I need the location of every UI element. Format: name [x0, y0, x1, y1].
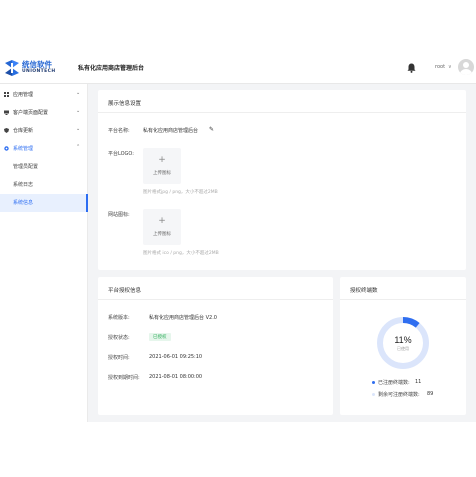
divider: [340, 299, 466, 300]
sidebar-item-label: 应用管理: [13, 92, 34, 98]
app-title: 私有化应用商店管理后台: [78, 65, 145, 72]
chevron-down-icon: ⌄: [76, 126, 81, 132]
display-settings-card: 展示信息设置 平台名称: 私有化应用商店管理后台 ✎ 平台LOGO: + 上传图…: [98, 90, 466, 270]
ring-percent: 11%: [394, 335, 411, 345]
terminal-usage-ring: 11% 已使用: [377, 317, 429, 369]
user-name[interactable]: root: [435, 64, 445, 70]
legend-dot-registered: [372, 381, 375, 384]
chevron-down-icon[interactable]: ∨: [448, 64, 452, 70]
registered-label: 已注册终端数:: [378, 380, 410, 386]
sidebar-item-label: 系统信息: [13, 200, 34, 206]
sidebar-item-label: 管理员配置: [13, 164, 39, 170]
app-window: 统信软件 UNIONTECH 私有化应用商店管理后台 root ∨ 应用管理 ⌄…: [0, 52, 476, 422]
chevron-up-icon: ⌃: [76, 144, 81, 150]
divider: [98, 112, 466, 113]
favicon-upload-button[interactable]: + 上传图标: [143, 209, 181, 245]
expire-time-value: 2021-08-01 08:00:00: [149, 374, 203, 380]
status-badge: 已授权: [149, 333, 171, 341]
sidebar-item-repo-update[interactable]: 仓库更新 ⌄: [0, 122, 88, 140]
sidebar-subitem-system-log[interactable]: 系统日志: [0, 176, 88, 194]
shield-icon: [4, 128, 9, 133]
status-label: 授权状态:: [108, 335, 130, 341]
registered-value: 11: [415, 379, 422, 385]
grid-icon: [4, 92, 9, 97]
logo-label: 平台LOGO:: [108, 151, 134, 157]
favicon-label: 网站图标:: [108, 212, 130, 218]
monitor-icon: [4, 110, 9, 115]
card-title: 平台授权信息: [108, 288, 142, 294]
sidebar-item-client-page-config[interactable]: 客户端页面配置 ⌄: [0, 104, 88, 122]
remaining-value: 89: [427, 391, 434, 397]
divider: [98, 299, 333, 300]
logo-hint: 图片格式jpg / png，大小不超过2MB: [143, 190, 218, 195]
bell-icon[interactable]: [407, 63, 416, 73]
auth-time-label: 授权时间:: [108, 355, 130, 361]
gear-icon: [4, 146, 9, 151]
upload-label: 上传图标: [153, 171, 171, 176]
favicon-hint: 图片格式 ico / png，大小不超过2MB: [143, 251, 219, 256]
plus-icon: +: [158, 216, 166, 226]
top-header: 统信软件 UNIONTECH 私有化应用商店管理后台 root ∨: [0, 52, 476, 84]
card-title: 展示信息设置: [108, 101, 142, 107]
ring-center-label: 已使用: [397, 345, 409, 351]
sidebar-subitem-system-info[interactable]: 系统信息: [0, 194, 88, 212]
sidebar-item-label: 系统日志: [13, 182, 34, 188]
platform-name-label: 平台名称:: [108, 128, 130, 134]
legend-dot-remaining: [372, 393, 375, 396]
brand-logo[interactable]: 统信软件 UNIONTECH: [5, 59, 73, 78]
edit-icon[interactable]: ✎: [209, 126, 214, 133]
chevron-down-icon: ⌄: [76, 90, 81, 96]
sidebar-item-label: 客户端页面配置: [13, 110, 49, 116]
version-value: 私有化应用商店管理后台 V2.0: [149, 315, 217, 321]
sidebar-item-label: 仓库更新: [13, 128, 34, 134]
sidebar: 应用管理 ⌄ 客户端页面配置 ⌄ 仓库更新 ⌄ 系统管理 ⌃ 管理员配置 系统日…: [0, 84, 88, 422]
avatar[interactable]: [458, 59, 474, 75]
sidebar-subitem-admin-config[interactable]: 管理员配置: [0, 158, 88, 176]
version-label: 系统版本:: [108, 315, 130, 321]
uniontech-logo-icon: [5, 60, 19, 76]
card-title: 授权终端数: [350, 288, 378, 294]
upload-label: 上传图标: [153, 232, 171, 237]
plus-icon: +: [158, 155, 166, 165]
platform-name-value: 私有化应用商店管理后台: [143, 128, 199, 134]
auth-time-value: 2021-06-01 09:25:10: [149, 354, 203, 360]
license-info-card: 平台授权信息 系统版本: 私有化应用商店管理后台 V2.0 授权状态: 已授权 …: [98, 277, 333, 415]
sidebar-item-label: 系统管理: [13, 146, 34, 152]
logo-upload-button[interactable]: + 上传图标: [143, 148, 181, 184]
expire-time-label: 授权到期时间:: [108, 375, 140, 381]
brand-name-en: UNIONTECH: [22, 69, 56, 74]
sidebar-item-app-management[interactable]: 应用管理 ⌄: [0, 86, 88, 104]
remaining-label: 剩余可注册终端数:: [378, 392, 420, 398]
terminal-count-card: 授权终端数 11% 已使用 已注册终端数: 11 剩余可注册终端数: 89: [340, 277, 466, 415]
chevron-down-icon: ⌄: [76, 108, 81, 114]
sidebar-item-system-management[interactable]: 系统管理 ⌃: [0, 140, 88, 158]
